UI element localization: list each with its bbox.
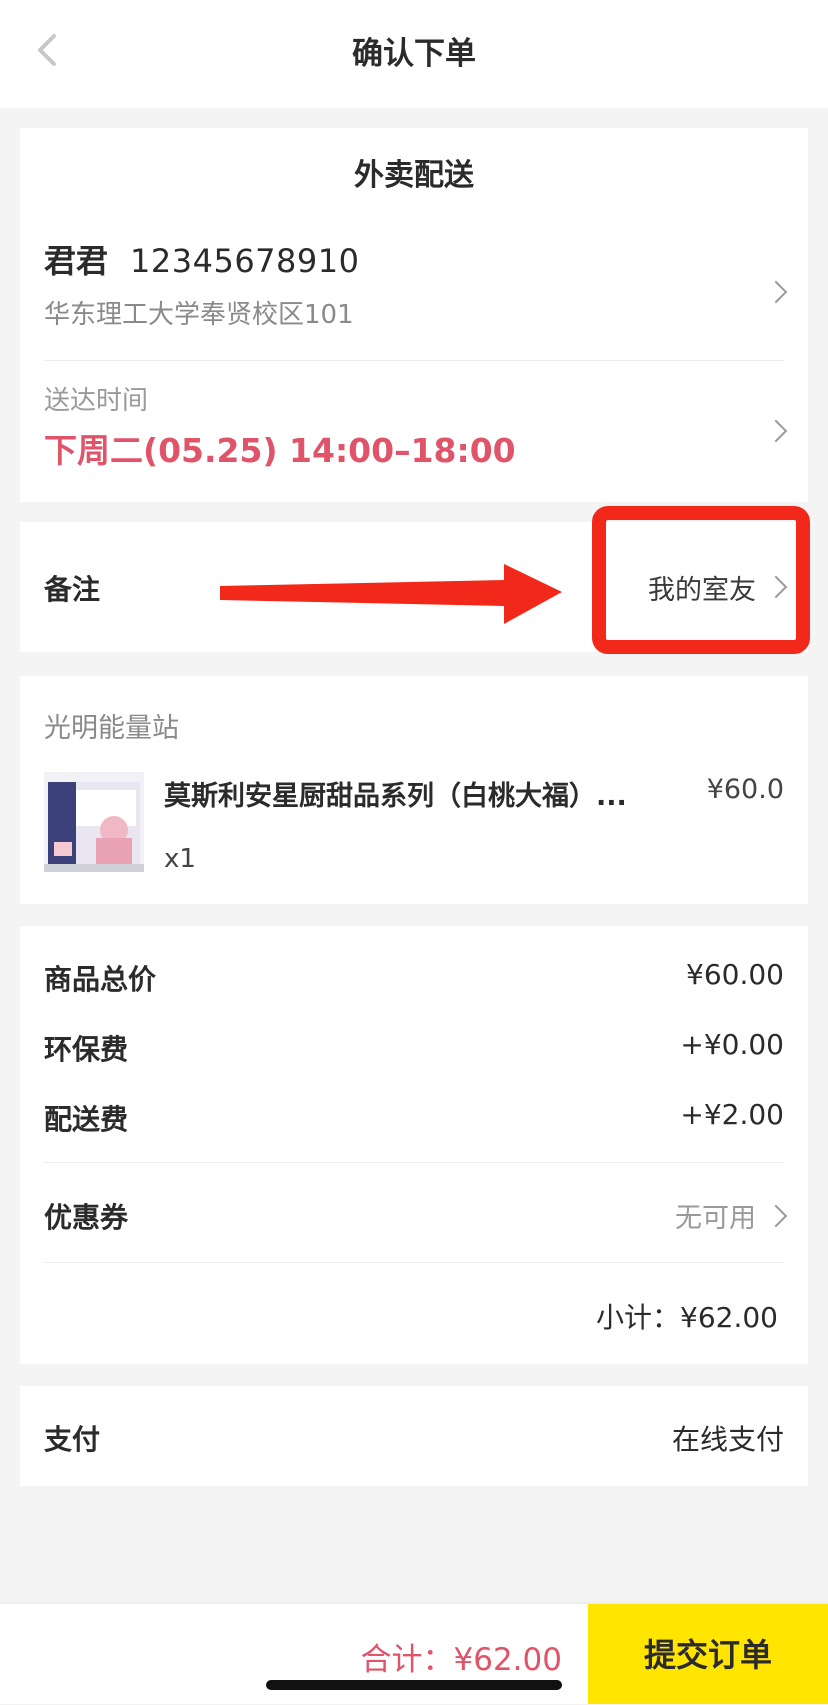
product-thumbnail [44, 772, 144, 872]
payment-value: 在线支付 [671, 1423, 784, 1456]
coupon-label: 优惠券 [44, 1201, 129, 1234]
product-name: 莫斯利安星厨甜品系列（白桃大福）... [164, 781, 627, 812]
page-title: 确认下单 [352, 36, 476, 72]
contact-row: 君君 12345678910 [44, 236, 359, 282]
chevron-right-icon [764, 1204, 788, 1228]
divider [44, 360, 784, 361]
eco-fee-value: +¥0.00 [680, 1028, 784, 1061]
order-total: 合计：¥62.00 [360, 1642, 562, 1678]
note-label: 备注 [44, 573, 101, 606]
fees-card: 商品总价 ¥60.00 环保费 +¥0.00 配送费 +¥2.00 优惠券 无可… [20, 926, 808, 1364]
delivery-card: 外卖配送 君君 12345678910 华东理工大学奉贤校区101 送达时间 下周… [20, 128, 808, 502]
subtotal: 小计：¥62.00 [596, 1301, 778, 1334]
delivery-mode-title: 外卖配送 [354, 158, 474, 193]
shop-name: 光明能量站 [44, 713, 179, 744]
delivery-time-label: 送达时间 [44, 386, 149, 416]
product-price: ¥60.0 [706, 774, 784, 805]
top-bar: 确认下单 [0, 0, 828, 108]
chevron-right-icon [764, 280, 788, 304]
product-quantity: x1 [164, 844, 196, 874]
eco-fee-label: 环保费 [44, 1033, 129, 1066]
delivery-address: 华东理工大学奉贤校区101 [44, 300, 354, 330]
divider [44, 1162, 784, 1163]
chevron-right-icon [764, 419, 788, 443]
goods-total-value: ¥60.00 [686, 958, 784, 991]
divider [44, 1262, 784, 1263]
submit-order-button[interactable]: 提交订单 [588, 1604, 828, 1704]
annotation-highlight-box [592, 506, 810, 654]
annotation-arrow [220, 564, 562, 624]
delivery-time-value: 下周二(05.25) 14:00–18:00 [44, 431, 516, 470]
delivery-fee-value: +¥2.00 [680, 1098, 784, 1131]
coupon-value: 无可用 [675, 1203, 756, 1234]
goods-total-label: 商品总价 [44, 963, 157, 996]
contact-phone: 12345678910 [130, 242, 360, 280]
shop-card: 光明能量站 莫斯利安星厨甜品系列（白桃大福）... ¥60.0 x1 [20, 676, 808, 904]
delivery-fee-label: 配送费 [44, 1103, 129, 1136]
payment-label: 支付 [44, 1423, 101, 1456]
home-indicator [266, 1680, 562, 1690]
payment-row[interactable]: 支付 在线支付 [20, 1386, 808, 1486]
contact-name: 君君 [44, 242, 109, 280]
